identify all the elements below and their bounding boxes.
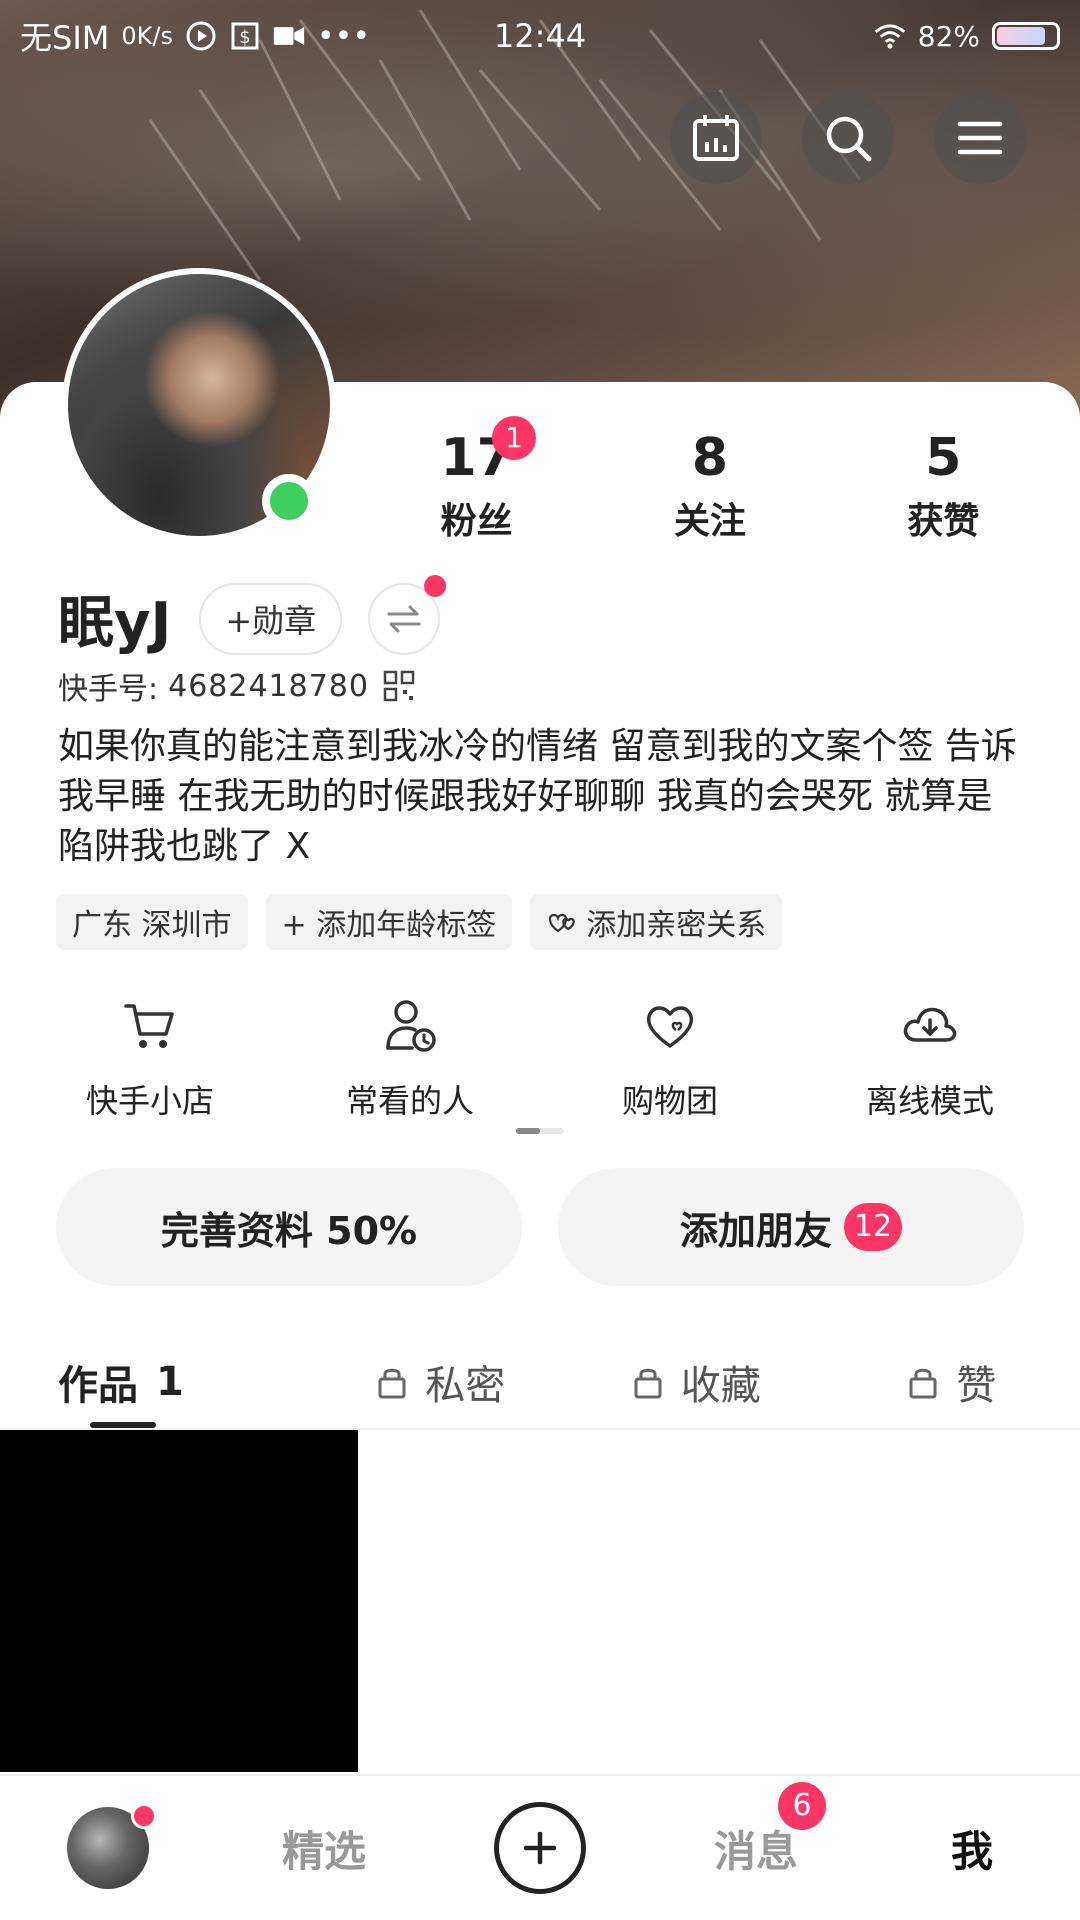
- stat-label: 获赞: [907, 501, 980, 542]
- nav-create[interactable]: [432, 1802, 648, 1894]
- messages-badge: 6: [778, 1781, 826, 1830]
- complete-profile-label: 完善资料 50%: [160, 1208, 418, 1253]
- tool-label: 常看的人: [345, 1082, 474, 1120]
- tool-frequent-people[interactable]: 常看的人: [300, 996, 520, 1122]
- stat-value: 8: [691, 428, 729, 488]
- stat-value: 5: [925, 428, 962, 488]
- stat-label: 关注: [673, 501, 746, 542]
- profile-actions: 完善资料 50% 添加朋友 12: [56, 1168, 1024, 1286]
- tab-works[interactable]: 作品 1: [0, 1336, 314, 1428]
- add-relationship-tag[interactable]: 添加亲密关系: [530, 894, 783, 950]
- online-status-dot: [262, 474, 316, 528]
- dollar-box-icon: $: [229, 20, 261, 52]
- tab-label: 私密: [425, 1363, 506, 1409]
- lock-icon: [634, 1368, 662, 1399]
- wifi-icon: [874, 20, 906, 52]
- add-friend-badge: 12: [843, 1203, 903, 1251]
- name-row: 眠yJ +勋章: [58, 574, 447, 659]
- tag-label: 广东 深圳市: [72, 908, 232, 943]
- stat-following[interactable]: 8 关注: [593, 428, 826, 544]
- works-grid: [0, 1430, 1080, 1772]
- net-speed: 0K/s: [121, 22, 173, 50]
- add-age-tag[interactable]: + 添加年龄标签: [265, 894, 513, 950]
- tab-favorites[interactable]: 收藏: [569, 1336, 825, 1428]
- notification-dot: [131, 1803, 157, 1829]
- stat-label: 粉丝: [440, 501, 513, 542]
- tool-label: 购物团: [621, 1082, 718, 1120]
- add-friend-label: 添加朋友: [679, 1208, 832, 1253]
- user-clock-icon: [386, 1000, 436, 1052]
- profile-stats: 17 粉丝 1 8 关注 5 获赞: [360, 416, 1060, 544]
- content-tabs: 作品 1 私密 收藏 赞: [0, 1336, 1080, 1430]
- tab-label: 收藏: [680, 1363, 761, 1409]
- cart-icon: [124, 1004, 174, 1048]
- username: 眠yJ: [58, 591, 172, 656]
- tab-likes[interactable]: 赞: [825, 1336, 1080, 1428]
- qr-code-icon[interactable]: [383, 670, 415, 702]
- tool-shop[interactable]: 快手小店: [40, 996, 260, 1122]
- nav-featured[interactable]: 精选: [216, 1818, 432, 1879]
- kuaishou-id-value[interactable]: 4682418780: [168, 669, 369, 704]
- notification-dot: [424, 574, 447, 597]
- tools-page-indicator: [516, 1128, 564, 1134]
- followers-badge: 1: [492, 416, 536, 460]
- stat-value: 17: [440, 428, 513, 488]
- profile-screen: 无SIM 0K/s $ ••• 12:44 82% 17 粉丝 1 8 关注 5…: [0, 0, 1080, 1920]
- lock-icon: [909, 1368, 937, 1399]
- profile-bio[interactable]: 如果你真的能注意到我冰冷的情绪 留意到我的文案个签 告诉我早睡 在我无助的时候跟…: [58, 722, 1028, 872]
- nav-messages-label: 消息: [713, 1826, 798, 1876]
- switch-account-button[interactable]: [368, 574, 447, 655]
- profile-tags: 广东 深圳市 + 添加年龄标签 添加亲密关系: [56, 894, 783, 950]
- nav-messages[interactable]: 消息 6: [648, 1781, 864, 1879]
- battery-icon: [992, 22, 1060, 50]
- search-icon: [826, 116, 872, 162]
- svg-text:$: $: [239, 27, 250, 48]
- status-bar: 无SIM 0K/s $ ••• 12:44 82%: [0, 0, 1080, 72]
- create-button: [494, 1802, 586, 1894]
- tab-label: 作品: [58, 1363, 138, 1409]
- calendar-icon: [693, 115, 739, 161]
- add-medal-button[interactable]: +勋章: [199, 582, 343, 655]
- search-button[interactable]: [802, 92, 894, 184]
- plus-icon: [523, 1831, 557, 1865]
- tool-shopping-group[interactable]: 购物团: [560, 996, 780, 1122]
- tool-label: 快手小店: [85, 1082, 214, 1120]
- swap-icon: [387, 605, 421, 632]
- menu-button[interactable]: [934, 92, 1026, 184]
- stat-followers[interactable]: 17 粉丝 1: [360, 416, 593, 544]
- complete-profile-button[interactable]: 完善资料 50%: [56, 1168, 522, 1286]
- menu-icon: [957, 121, 1003, 155]
- stat-likes[interactable]: 5 获赞: [827, 428, 1060, 544]
- lock-icon: [378, 1368, 406, 1399]
- location-tag[interactable]: 广东 深圳市: [56, 894, 248, 950]
- more-indicator: •••: [316, 18, 371, 54]
- tool-shortcuts: 快手小店 常看的人 购物团 离线模式: [0, 996, 1080, 1122]
- heart-icon: [646, 1006, 694, 1048]
- tab-private[interactable]: 私密: [314, 1336, 570, 1428]
- battery-percent: 82%: [917, 19, 980, 53]
- carrier-label: 无SIM: [20, 19, 110, 57]
- work-thumbnail[interactable]: [0, 1430, 358, 1772]
- video-camera-icon: [273, 20, 305, 52]
- nav-avatar-button[interactable]: [0, 1803, 216, 1889]
- battery-level: [997, 27, 1045, 45]
- tab-label: 赞: [956, 1363, 997, 1409]
- add-friend-button[interactable]: 添加朋友 12: [558, 1168, 1024, 1286]
- nav-me[interactable]: 我: [864, 1818, 1080, 1879]
- tool-offline-mode[interactable]: 离线模式: [820, 996, 1040, 1122]
- tool-label: 离线模式: [865, 1082, 994, 1120]
- hearts-icon: [549, 913, 575, 933]
- tag-label: 添加亲密关系: [586, 908, 767, 943]
- calendar-button[interactable]: [670, 92, 762, 184]
- bottom-nav: 精选 消息 6 我: [0, 1774, 1080, 1920]
- nav-avatar: [67, 1803, 157, 1889]
- kuaishou-id-label: 快手号:: [58, 672, 159, 707]
- cloud-download-icon: [903, 1007, 957, 1042]
- tag-label: + 添加年龄标签: [281, 908, 497, 943]
- tab-count: 1: [156, 1359, 184, 1405]
- play-circle-icon: [185, 20, 217, 52]
- kuaishou-id-row: 快手号: 4682418780: [58, 664, 415, 708]
